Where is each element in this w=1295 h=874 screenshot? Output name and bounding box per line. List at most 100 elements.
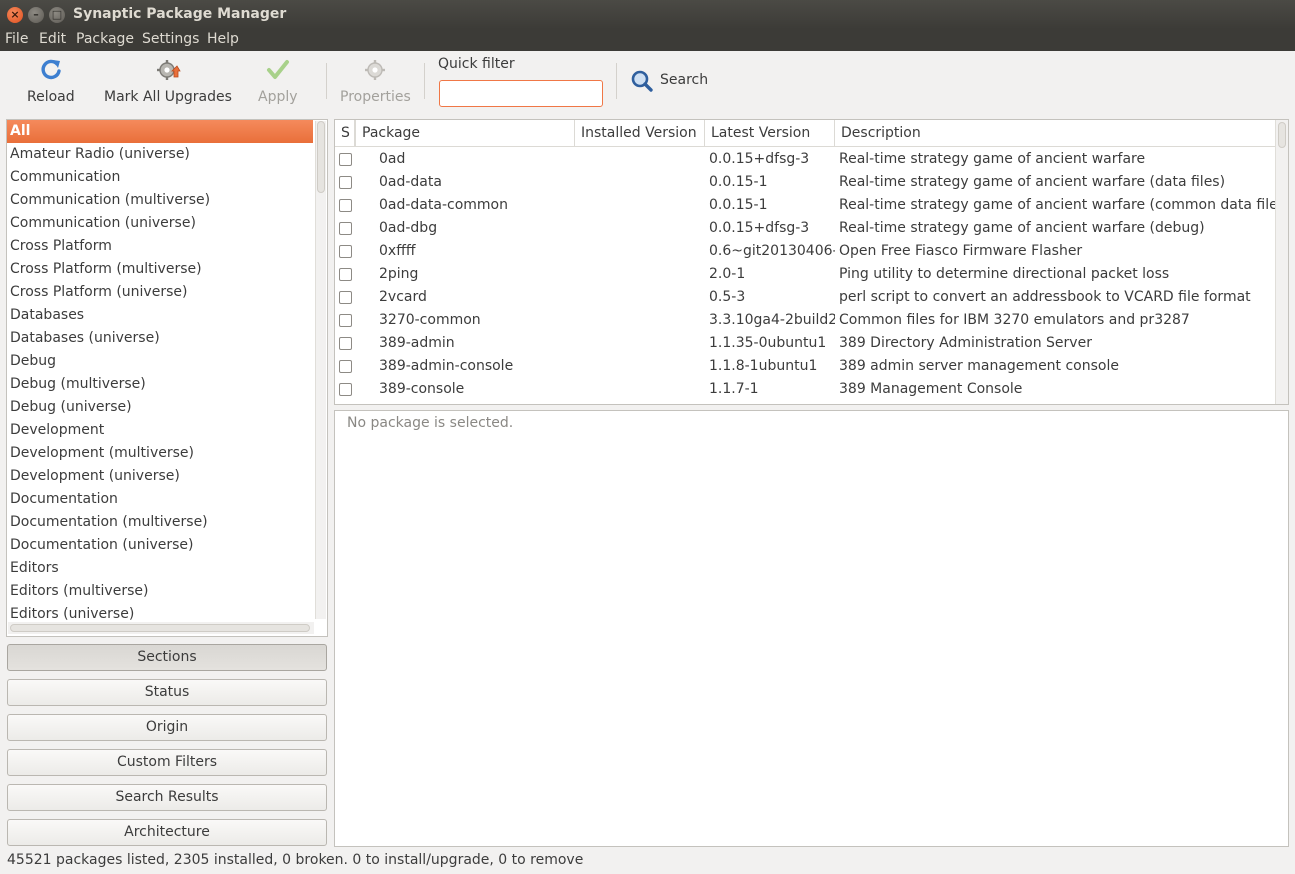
- column-installed-version[interactable]: Installed Version: [575, 120, 705, 147]
- section-item[interactable]: Documentation: [7, 488, 313, 511]
- scrollbar-thumb[interactable]: [10, 624, 310, 632]
- menu-settings[interactable]: Settings: [142, 31, 199, 47]
- section-item[interactable]: Debug (universe): [7, 396, 313, 419]
- package-checkbox[interactable]: [339, 314, 352, 327]
- section-item[interactable]: Communication (universe): [7, 212, 313, 235]
- menu-edit[interactable]: Edit: [39, 31, 66, 47]
- window-title: Synaptic Package Manager: [73, 6, 287, 22]
- maximize-window-button[interactable]: □: [49, 7, 65, 23]
- custom-filters-button[interactable]: Custom Filters: [7, 749, 327, 776]
- description-cell: perl script to convert an addressbook to…: [839, 289, 1251, 305]
- table-row[interactable]: 2vcard 0.5-3 perl script to convert an add…: [335, 286, 1275, 309]
- table-row[interactable]: 389-admin 1.1.35-0ubuntu1 389 Directory Ad…: [335, 332, 1275, 355]
- column-package[interactable]: Package: [355, 120, 575, 147]
- apply-button[interactable]: Apply: [258, 57, 298, 105]
- table-row[interactable]: 2ping 2.0-1 Ping utility to determine dire…: [335, 263, 1275, 286]
- table-row[interactable]: 0ad-data 0.0.15-1 Real-time strategy game …: [335, 171, 1275, 194]
- section-item[interactable]: Amateur Radio (universe): [7, 143, 313, 166]
- origin-filter-button[interactable]: Origin: [7, 714, 327, 741]
- latest-version-cell: 0.0.15+dfsg-3: [709, 220, 810, 236]
- menu-package[interactable]: Package: [76, 31, 134, 47]
- table-row[interactable]: 0xffff 0.6~git20130406-1 Open Free Fiasco …: [335, 240, 1275, 263]
- toolbar-separator: [424, 63, 425, 99]
- close-window-button[interactable]: ×: [7, 7, 23, 23]
- latest-version-cell: 2.0-1: [709, 266, 746, 282]
- toolbar-separator: [326, 63, 327, 99]
- description-cell: Real-time strategy game of ancient warfa…: [839, 220, 1205, 236]
- apply-checkmark-icon: [266, 60, 289, 79]
- column-latest-version[interactable]: Latest Version: [705, 120, 835, 147]
- package-checkbox[interactable]: [339, 291, 352, 304]
- section-item[interactable]: Debug: [7, 350, 313, 373]
- quick-filter-input[interactable]: [439, 80, 603, 107]
- package-name-cell: 0ad-dbg: [379, 220, 438, 236]
- package-checkbox[interactable]: [339, 222, 352, 235]
- status-filter-button[interactable]: Status: [7, 679, 327, 706]
- properties-button[interactable]: Properties: [340, 57, 411, 105]
- reload-button[interactable]: Reload: [27, 57, 75, 105]
- latest-version-cell: 0.6~git20130406-1: [709, 243, 835, 259]
- sections-list[interactable]: All Amateur Radio (universe) Communicati…: [6, 119, 328, 637]
- reload-icon: [41, 59, 61, 80]
- package-name-cell: 389-admin-console: [379, 358, 514, 374]
- column-status[interactable]: S: [335, 120, 355, 147]
- mark-all-upgrades-button[interactable]: Mark All Upgrades: [104, 57, 232, 105]
- architecture-filter-button[interactable]: Architecture: [7, 819, 327, 846]
- section-item[interactable]: Editors: [7, 557, 313, 580]
- section-item[interactable]: Communication (multiverse): [7, 189, 313, 212]
- section-item[interactable]: Development (multiverse): [7, 442, 313, 465]
- table-row[interactable]: 389-admin-console 1.1.8-1ubuntu1 389 admin…: [335, 355, 1275, 378]
- section-item[interactable]: Debug (multiverse): [7, 373, 313, 396]
- table-row[interactable]: 0ad 0.0.15+dfsg-3 Real-time strategy game …: [335, 148, 1275, 171]
- menu-help[interactable]: Help: [207, 31, 239, 47]
- section-item[interactable]: Communication: [7, 166, 313, 189]
- scrollbar-thumb[interactable]: [317, 121, 325, 193]
- section-item[interactable]: Development (universe): [7, 465, 313, 488]
- package-table: S Package Installed Version Latest Versi…: [334, 119, 1289, 405]
- package-name-cell: 2vcard: [379, 289, 427, 305]
- package-checkbox[interactable]: [339, 199, 352, 212]
- section-item[interactable]: Cross Platform (universe): [7, 281, 313, 304]
- description-cell: Real-time strategy game of ancient warfa…: [839, 174, 1226, 190]
- table-row[interactable]: 3270-common 3.3.10ga4-2build2 Common files…: [335, 309, 1275, 332]
- package-name-cell: 389-console: [379, 381, 465, 397]
- section-item[interactable]: Databases: [7, 304, 313, 327]
- package-checkbox[interactable]: [339, 383, 352, 396]
- latest-version-cell: 1.1.7-1: [709, 381, 759, 397]
- column-description[interactable]: Description: [835, 120, 1275, 147]
- section-item[interactable]: Documentation (multiverse): [7, 511, 313, 534]
- section-item[interactable]: Editors (multiverse): [7, 580, 313, 603]
- table-row[interactable]: 0ad-dbg 0.0.15+dfsg-3 Real-time strategy g…: [335, 217, 1275, 240]
- package-checkbox[interactable]: [339, 245, 352, 258]
- sections-horizontal-scrollbar[interactable]: [8, 622, 314, 634]
- package-table-vertical-scrollbar[interactable]: [1275, 120, 1288, 404]
- search-results-button[interactable]: Search Results: [7, 784, 327, 811]
- package-checkbox[interactable]: [339, 360, 352, 373]
- latest-version-cell: 0.0.15+dfsg-3: [709, 151, 810, 167]
- scrollbar-thumb[interactable]: [1278, 122, 1286, 148]
- table-row[interactable]: 389-console 1.1.7-1 389 Management Console: [335, 378, 1275, 401]
- package-name-cell: 0ad: [379, 151, 406, 167]
- package-checkbox[interactable]: [339, 153, 352, 166]
- package-checkbox[interactable]: [339, 337, 352, 350]
- package-name-cell: 0ad-data: [379, 174, 442, 190]
- search-button[interactable]: Search: [630, 69, 708, 97]
- latest-version-cell: 0.5-3: [709, 289, 746, 305]
- sections-filter-button[interactable]: Sections: [7, 644, 327, 671]
- menu-file[interactable]: File: [5, 31, 28, 47]
- description-cell: Real-time strategy game of ancient warfa…: [839, 197, 1275, 213]
- section-item[interactable]: Databases (universe): [7, 327, 313, 350]
- package-checkbox[interactable]: [339, 268, 352, 281]
- minimize-window-button[interactable]: –: [28, 7, 44, 23]
- section-item[interactable]: Cross Platform: [7, 235, 313, 258]
- description-cell: Real-time strategy game of ancient warfa…: [839, 151, 1146, 167]
- latest-version-cell: 3.3.10ga4-2build2: [709, 312, 835, 328]
- section-item[interactable]: Cross Platform (multiverse): [7, 258, 313, 281]
- package-checkbox[interactable]: [339, 176, 352, 189]
- section-item[interactable]: Development: [7, 419, 313, 442]
- table-header: S Package Installed Version Latest Versi…: [335, 120, 1275, 147]
- section-item[interactable]: Documentation (universe): [7, 534, 313, 557]
- sections-vertical-scrollbar[interactable]: [315, 121, 326, 619]
- section-item-all[interactable]: All: [7, 120, 313, 143]
- table-row[interactable]: 0ad-data-common 0.0.15-1 Real-time strateg…: [335, 194, 1275, 217]
